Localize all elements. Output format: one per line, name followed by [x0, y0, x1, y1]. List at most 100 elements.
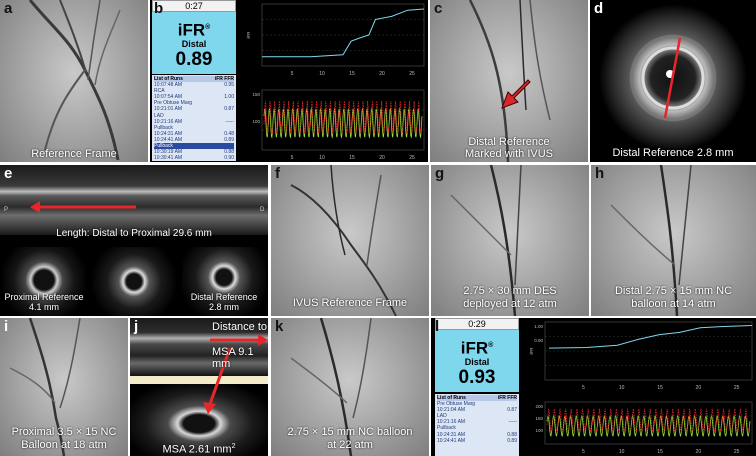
panel-c-caption-2: Marked with IVUS	[464, 148, 554, 160]
pressure-y-tick: 150	[252, 92, 260, 97]
panel-e-cross-section-2	[92, 247, 176, 316]
panel-f-label: f	[275, 165, 280, 182]
panel-l-label: l	[435, 318, 440, 335]
panel-b: b 0:27 iFR® Distal 0.89 List of Runs iFR …	[150, 0, 428, 162]
pressure-distal-waveform	[546, 415, 751, 437]
pressure-y-tick: 150	[535, 416, 543, 421]
panel-g-caption-2: deployed at 12 atm	[463, 298, 557, 310]
panel-l-ifr-reg: ®	[488, 342, 494, 349]
run-list-item-value: 0.87	[224, 106, 234, 113]
trend-y-tick: 1.00	[534, 324, 543, 329]
panel-b-ifr-title: iFR	[177, 20, 206, 40]
run-list-item-value: 0.89	[507, 437, 517, 444]
trend-x-tick: 10	[619, 385, 625, 391]
panel-e-caption: Length: Distal to Proximal 29.6 mm	[56, 228, 212, 239]
trend-x-tick: 5	[291, 71, 294, 77]
panel-b-ifr-value: 0.89	[175, 48, 213, 70]
trend-line	[549, 325, 753, 349]
panel-e-length-arrow	[30, 201, 136, 213]
panel-d-label: d	[594, 0, 604, 17]
run-list-item-value: 0.87	[507, 407, 517, 414]
trend-x-tick: 5	[582, 385, 585, 391]
run-list-item-value: 1.00	[224, 94, 234, 101]
trend-line	[262, 8, 425, 58]
panel-b-timer: 0:27	[152, 0, 236, 12]
trend-x-tick: 20	[696, 385, 702, 391]
pressure-y-tick: 200	[535, 404, 543, 409]
pressure-y-tick: 100	[535, 428, 543, 433]
panel-a-caption: Reference Frame	[31, 148, 117, 160]
pressure-x-tick: 10	[319, 155, 325, 161]
trend-x-tick: 20	[379, 71, 385, 77]
run-list-item-value: -----	[225, 118, 234, 125]
panel-g: g 2.75 × 30 mm DES deployed at 12 atm	[431, 165, 589, 316]
panel-i: i Proximal 3.5 × 15 NC Balloon at 18 atm	[0, 318, 128, 456]
panel-j-label: j	[134, 318, 139, 335]
run-list-item[interactable]: 10:24:41 AM 0.89	[437, 438, 517, 444]
panel-h-caption-2: balloon at 14 atm	[631, 298, 716, 310]
panel-d: d Distal Reference 2.8 mm	[590, 0, 756, 162]
panel-h-caption-1: Distal 2.75 × 15 mm NC	[614, 285, 733, 297]
pressure-x-tick: 5	[582, 449, 585, 455]
trend-x-tick: 25	[409, 71, 415, 77]
panel-k: k 2.75 × 15 mm NC balloon at 22 atm	[271, 318, 429, 456]
trend-x-tick: 25	[734, 385, 740, 391]
panel-b-ifr-reg: ®	[205, 24, 211, 31]
panel-a-vessels	[28, 0, 121, 161]
panel-l-run-list: List of Runs iFR FFR Pre Obtuse Marg 10:21…	[435, 394, 519, 456]
panel-g-label: g	[435, 165, 445, 182]
run-list-item-value: 0.89	[224, 136, 234, 143]
panel-e-sub1-caption-2: 4.1 mm	[28, 302, 59, 312]
panel-a-label: a	[4, 0, 13, 17]
panel-j-distance-1: Distance to	[212, 321, 268, 333]
pressure-x-tick: 20	[379, 155, 385, 161]
pressure-distal-waveform	[263, 107, 423, 139]
run-list-item-value: 0.90	[224, 155, 234, 161]
panel-f-caption: IVUS Reference Frame	[292, 297, 408, 309]
trend-x-tick: 10	[319, 71, 325, 77]
run-list-item-value: -----	[508, 419, 517, 426]
panel-b-run-list: List of Runs iFR FFR 10:07:48 AM 0.95 RCA 10…	[152, 75, 236, 161]
pressure-x-tick: 10	[619, 449, 625, 455]
panel-c-arrow	[501, 79, 531, 109]
pressure-x-tick: 20	[696, 449, 702, 455]
trend-x-tick: 15	[349, 71, 355, 77]
panel-l-trend-chart: 5 10 15 20 25 1.00 0.90iFR	[529, 321, 753, 391]
panel-j-msa: MSA 2.61 mm2	[162, 443, 236, 456]
panel-b-pressure-chart: 5 10 15 20 25 150 100	[252, 89, 425, 161]
panel-l-pressure-chart: 5 10 15 20 25 200 150 100	[535, 401, 753, 455]
panel-l-ifr-value: 0.93	[458, 366, 496, 388]
panel-e-proximal-mark: P	[4, 207, 9, 213]
trend-y-tick: 0.90	[534, 338, 543, 343]
panel-j-msa-sup: 2	[231, 443, 236, 450]
panel-l-ifr-display: iFR® Distal 0.93	[435, 330, 519, 392]
panel-k-label: k	[275, 318, 284, 335]
trend-y-label: iFR	[529, 347, 534, 355]
panel-k-caption-2: at 22 atm	[327, 439, 373, 451]
trend-x-tick: 15	[657, 385, 663, 391]
panel-e-sub3-caption-2: 2.8 mm	[208, 302, 239, 312]
panel-d-ivus-image	[599, 4, 747, 152]
run-list-item[interactable]: 10:30:41 AM 0.90	[154, 155, 234, 161]
panel-e-distal-mark: D	[260, 207, 265, 213]
panel-i-caption-1: Proximal 3.5 × 15 NC	[11, 426, 117, 438]
pressure-aortic-waveform	[263, 100, 423, 134]
pressure-x-tick: 5	[291, 155, 294, 161]
pressure-y-tick: 100	[252, 119, 260, 124]
panel-h-label: h	[595, 165, 605, 182]
panel-i-caption-2: Balloon at 18 atm	[21, 439, 107, 451]
trend-frame	[544, 321, 753, 381]
panel-l-ifr-sub: Distal	[464, 356, 490, 367]
panel-b-ifr-sub: Distal	[181, 38, 207, 49]
panel-b-label: b	[154, 0, 164, 17]
panel-b-trend-chart: 5 10 15 20 25 iFR	[246, 3, 425, 77]
panel-h: h Distal 2.75 × 15 mm NC balloon at 14 a…	[591, 165, 756, 316]
trend-y-label: iFR	[246, 31, 251, 39]
panel-b-ifr-display: iFR® Distal 0.89	[152, 12, 236, 74]
panel-k-caption-1: 2.75 × 15 mm NC balloon	[287, 426, 413, 438]
panel-c: c Distal Reference Marked with IVUS	[430, 0, 588, 162]
panel-e-longitudinal-view	[0, 165, 268, 235]
panel-e: P D e Length: Distal to Proximal 29.6 mm…	[0, 165, 268, 316]
run-list-item-time: 10:30:41 AM	[154, 155, 183, 161]
panel-e-label: e	[4, 165, 13, 182]
